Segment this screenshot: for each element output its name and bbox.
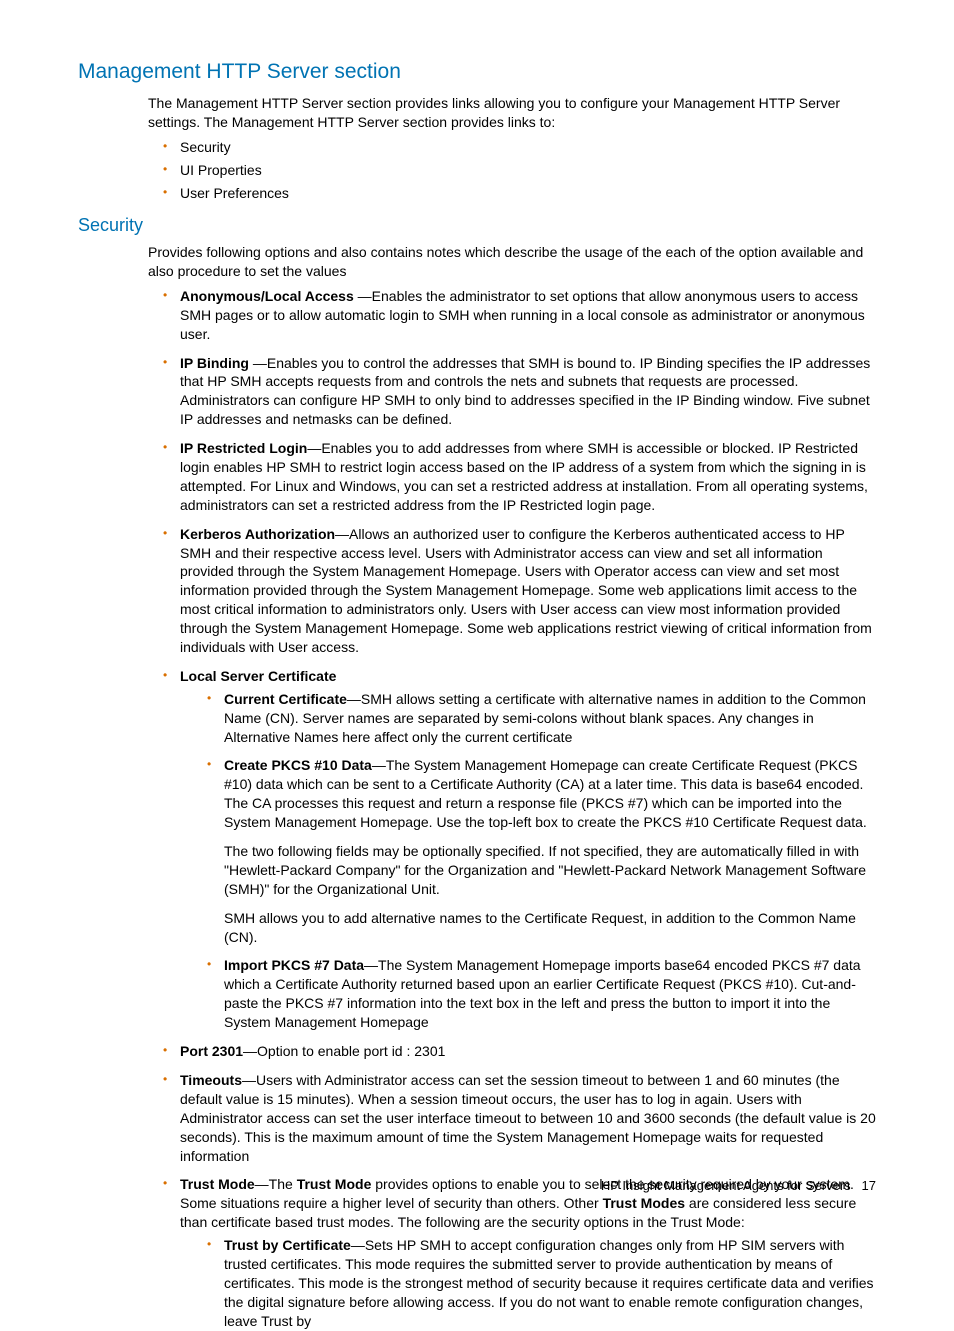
trust-mode-bold2: Trust Mode — [297, 1176, 372, 1192]
heading-security: Security — [78, 213, 876, 237]
item-local-server-certificate: Local Server Certificate Current Certifi… — [158, 667, 876, 1032]
item-trust-by-certificate: Trust by Certificate—Sets HP SMH to acce… — [202, 1236, 876, 1330]
list-item: UI Properties — [158, 161, 876, 180]
security-options-list: Anonymous/Local Access —Enables the admi… — [158, 287, 876, 1331]
item-import-pkcs7: Import PKCS #7 Data—The System Managemen… — [202, 956, 876, 1032]
pkcs10-extra-1: The two following fields may be optional… — [224, 842, 876, 899]
page: Management HTTP Server section The Manag… — [0, 0, 954, 1235]
item-anonymous-local-access: Anonymous/Local Access —Enables the admi… — [158, 287, 876, 344]
list-item-label: Security — [180, 139, 231, 155]
item-body: —Enables you to control the addresses th… — [180, 355, 870, 428]
list-item-label: User Preferences — [180, 185, 289, 201]
pkcs10-extra-2: SMH allows you to add alternative names … — [224, 909, 876, 947]
item-body: —Allows an authorized user to configure … — [180, 526, 872, 655]
list-item: User Preferences — [158, 184, 876, 203]
item-ip-binding: IP Binding —Enables you to control the a… — [158, 354, 876, 430]
heading-management-http-server: Management HTTP Server section — [78, 58, 876, 86]
local-cert-sublist: Current Certificate—SMH allows setting a… — [202, 690, 876, 1032]
item-body: —Users with Administrator access can set… — [180, 1072, 876, 1164]
item-title: Kerberos Authorization — [180, 526, 335, 542]
security-intro: Provides following options and also cont… — [148, 243, 876, 281]
item-title: Port 2301 — [180, 1043, 243, 1059]
item-timeouts: Timeouts—Users with Administrator access… — [158, 1071, 876, 1165]
item-current-certificate: Current Certificate—SMH allows setting a… — [202, 690, 876, 747]
page-footer: HP Insight Management Agents for Servers… — [601, 1177, 876, 1195]
item-title: Local Server Certificate — [180, 668, 336, 684]
footer-page-number: 17 — [862, 1178, 876, 1193]
list-item: Security — [158, 138, 876, 157]
intro-links-list: Security UI Properties User Preferences — [158, 138, 876, 203]
item-title: Import PKCS #7 Data — [224, 957, 364, 973]
item-ip-restricted-login: IP Restricted Login—Enables you to add a… — [158, 439, 876, 515]
item-title: Create PKCS #10 Data — [224, 757, 372, 773]
footer-text: HP Insight Management Agents for Servers — [601, 1178, 851, 1193]
trust-mode-sublist: Trust by Certificate—Sets HP SMH to acce… — [202, 1236, 876, 1330]
trust-mode-pre: —The — [255, 1176, 297, 1192]
item-title: IP Binding — [180, 355, 253, 371]
item-title: Timeouts — [180, 1072, 242, 1088]
item-title: Trust by Certificate — [224, 1237, 351, 1253]
item-kerberos-authorization: Kerberos Authorization—Allows an authori… — [158, 525, 876, 657]
trust-mode-bold3: Trust Modes — [603, 1195, 685, 1211]
item-body: —Option to enable port id : 2301 — [243, 1043, 445, 1059]
item-title: Trust Mode — [180, 1176, 255, 1192]
intro-paragraph: The Management HTTP Server section provi… — [148, 94, 876, 132]
item-title: Current Certificate — [224, 691, 347, 707]
item-trust-mode: Trust Mode—The Trust Mode provides optio… — [158, 1175, 876, 1330]
item-title: Anonymous/Local Access — [180, 288, 358, 304]
item-create-pkcs10: Create PKCS #10 Data—The System Manageme… — [202, 756, 876, 946]
item-title: IP Restricted Login — [180, 440, 307, 456]
item-port-2301: Port 2301—Option to enable port id : 230… — [158, 1042, 876, 1061]
list-item-label: UI Properties — [180, 162, 262, 178]
